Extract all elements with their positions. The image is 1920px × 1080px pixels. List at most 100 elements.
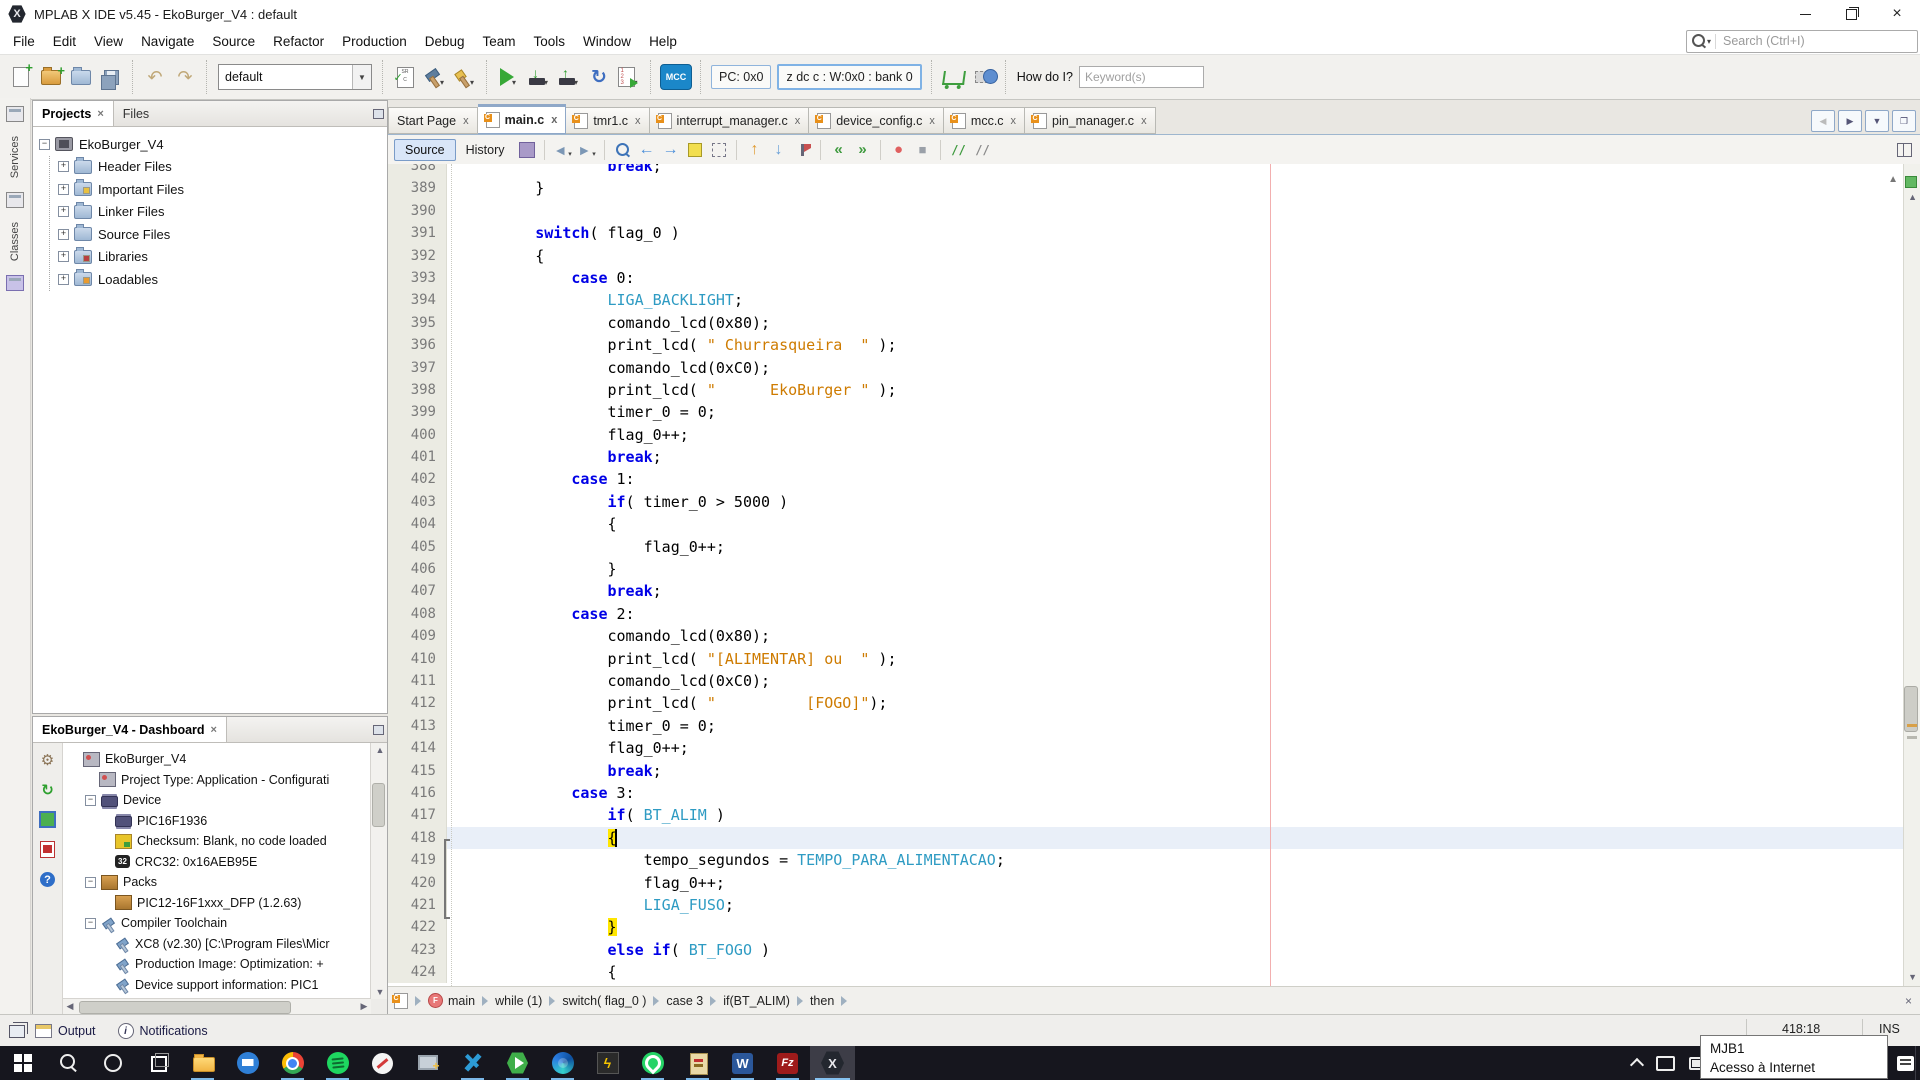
code-line[interactable]: 408 case 2: <box>388 603 1920 625</box>
read-device-memory-button[interactable]: ↑▾ <box>554 61 584 93</box>
run-project-button[interactable]: ▾ <box>494 61 524 93</box>
tree-item-libraries[interactable]: Libraries <box>58 246 387 269</box>
menu-navigate[interactable]: Navigate <box>132 31 203 52</box>
project-configuration-select[interactable]: default ▼ <box>218 64 372 90</box>
code-line[interactable]: 415 break; <box>388 760 1920 782</box>
scroll-tabs-right-icon[interactable]: ▶ <box>1838 110 1862 132</box>
clean-and-build-button[interactable]: ▾ <box>450 61 480 93</box>
code-line[interactable]: 423 else if( BT_FOGO ) <box>388 939 1920 961</box>
code-line[interactable]: 394 LIGA_BACKLIGHT; <box>388 289 1920 311</box>
new-file-button[interactable] <box>6 61 36 93</box>
code-line[interactable]: 406 } <box>388 558 1920 580</box>
taskbar-proteus[interactable] <box>675 1046 720 1080</box>
code-line[interactable]: 410 print_lcd( "[ALIMENTAR] ou " ); <box>388 648 1920 670</box>
collapse-icon[interactable] <box>85 918 96 929</box>
refresh-icon[interactable]: ↻ <box>39 781 56 798</box>
close-icon[interactable]: × <box>1905 994 1912 1008</box>
shift-left-button[interactable]: « <box>827 138 851 162</box>
dashboard-item[interactable]: Checksum: Blank, no code loaded <box>69 831 371 852</box>
taskbar-search[interactable] <box>45 1046 90 1080</box>
taskbar-mplab-ipe[interactable] <box>495 1046 540 1080</box>
expand-icon[interactable] <box>58 184 69 195</box>
diff-button[interactable] <box>515 138 539 162</box>
show-desktop-button[interactable] <box>1915 1046 1920 1080</box>
taskbar-spotify[interactable] <box>315 1046 360 1080</box>
code-line[interactable]: 392 { <box>388 245 1920 267</box>
code-line[interactable]: 401 break; <box>388 446 1920 468</box>
menu-edit[interactable]: Edit <box>44 31 85 52</box>
taskbar-mail[interactable] <box>225 1046 270 1080</box>
taskbar-vscode[interactable] <box>450 1046 495 1080</box>
code-line[interactable]: 399 timer_0 = 0; <box>388 401 1920 423</box>
minimize-panel-button[interactable] <box>369 717 387 742</box>
collapse-icon[interactable] <box>85 877 96 888</box>
split-document-icon[interactable] <box>1897 143 1912 157</box>
dashboard-item[interactable]: Device <box>69 790 371 811</box>
code-line[interactable]: 402 case 1: <box>388 468 1920 490</box>
collapse-arrow-icon[interactable]: ▲ <box>1888 174 1898 185</box>
find-button[interactable] <box>611 138 635 162</box>
configuration-dropdown-icon[interactable]: ▼ <box>352 65 371 89</box>
tree-item-linker-files[interactable]: Linker Files <box>58 201 387 224</box>
how-do-i-input[interactable]: Keyword(s) <box>1079 66 1204 88</box>
dashboard-item[interactable]: EkoBurger_V4 <box>69 749 371 770</box>
close-icon[interactable]: x <box>463 115 469 127</box>
scroll-left-icon[interactable]: ◀ <box>63 999 77 1013</box>
breadcrumb-if-bt_alim-[interactable]: if(BT_ALIM) <box>723 994 790 1008</box>
scroll-right-icon[interactable]: ▶ <box>357 999 371 1013</box>
dashboard-item[interactable]: CRC32: 0x16AEB95E <box>69 852 371 873</box>
tree-item-source-files[interactable]: Source Files <box>58 223 387 246</box>
dashboard-item[interactable]: PIC16F1936 <box>69 811 371 832</box>
breadcrumb-then[interactable]: then <box>810 994 834 1008</box>
taskbar-edge[interactable] <box>540 1046 585 1080</box>
taskbar-task-view[interactable] <box>135 1046 180 1080</box>
close-icon[interactable]: x <box>929 115 935 127</box>
dashboard-item[interactable]: Production Image: Optimization: + <box>69 954 371 975</box>
code-line[interactable]: 411 comando_lcd(0xC0); <box>388 670 1920 692</box>
next-bookmark-button[interactable]: ↓ <box>767 138 791 162</box>
code-line[interactable]: 400 flag_0++; <box>388 424 1920 446</box>
stop-macro-recording-button[interactable]: ■ <box>911 138 935 162</box>
editor-tab-Start-Page[interactable]: Start Pagex <box>388 107 478 134</box>
notifications-button[interactable]: i Notifications <box>118 1023 208 1039</box>
close-icon[interactable]: × <box>97 108 103 120</box>
taskbar-cortana[interactable] <box>90 1046 135 1080</box>
refresh-debug-tool-button[interactable]: ↻ <box>584 61 614 93</box>
code-line[interactable]: 403 if( timer_0 > 5000 ) <box>388 491 1920 513</box>
toggle-bookmark-button[interactable] <box>791 138 815 162</box>
set-configuration-button[interactable]: SRC <box>390 61 420 93</box>
shift-right-button[interactable]: » <box>851 138 875 162</box>
expand-icon[interactable] <box>58 161 69 172</box>
action-center-icon[interactable] <box>1897 1056 1914 1071</box>
tab-files[interactable]: Files <box>114 101 158 126</box>
menu-debug[interactable]: Debug <box>416 31 474 52</box>
close-icon[interactable]: x <box>635 115 641 127</box>
code-line[interactable]: 421 LIGA_FUSO; <box>388 894 1920 916</box>
dashboard-item[interactable]: XC8 (v2.30) [C:\Program Files\Micr <box>69 934 371 955</box>
back-button[interactable]: ◄▾ <box>551 138 575 162</box>
taskbar-remote-app[interactable] <box>360 1046 405 1080</box>
breadcrumb-while-1-[interactable]: while (1) <box>495 994 542 1008</box>
taskbar-chrome[interactable] <box>270 1046 315 1080</box>
editor-tab-tmr1-c[interactable]: tmr1.cx <box>566 107 649 134</box>
menu-file[interactable]: File <box>4 31 44 52</box>
device-tray-icon[interactable] <box>1656 1056 1675 1071</box>
code-line[interactable]: 417 if( BT_ALIM ) <box>388 804 1920 826</box>
make-and-program-button[interactable]: ↓▾ <box>524 61 554 93</box>
code-line[interactable]: 396 print_lcd( " Churrasqueira " ); <box>388 334 1920 356</box>
code-editor[interactable]: 388 break;389 }390391 switch( flag_0 )39… <box>388 164 1920 986</box>
show-hidden-icons-chevron[interactable] <box>1630 1058 1644 1072</box>
code-line[interactable]: 390 <box>388 200 1920 222</box>
dashboard-item[interactable]: PIC12-16F1xxx_DFP (1.2.63) <box>69 893 371 914</box>
output-button[interactable]: Output <box>35 1024 96 1038</box>
minimize-panel-button[interactable] <box>369 101 387 126</box>
code-line[interactable]: 397 comando_lcd(0xC0); <box>388 357 1920 379</box>
code-line[interactable]: 414 flag_0++; <box>388 737 1920 759</box>
palette-icon[interactable] <box>6 275 24 291</box>
search-scope-dropdown-icon[interactable]: ▾ <box>1707 37 1711 46</box>
monitor-icon[interactable] <box>6 192 24 208</box>
error-stripe[interactable]: ▲ ▼ <box>1903 164 1920 986</box>
scroll-down-icon[interactable]: ▼ <box>373 985 387 999</box>
expand-icon[interactable] <box>58 274 69 285</box>
taskbar-explorer[interactable] <box>180 1046 225 1080</box>
